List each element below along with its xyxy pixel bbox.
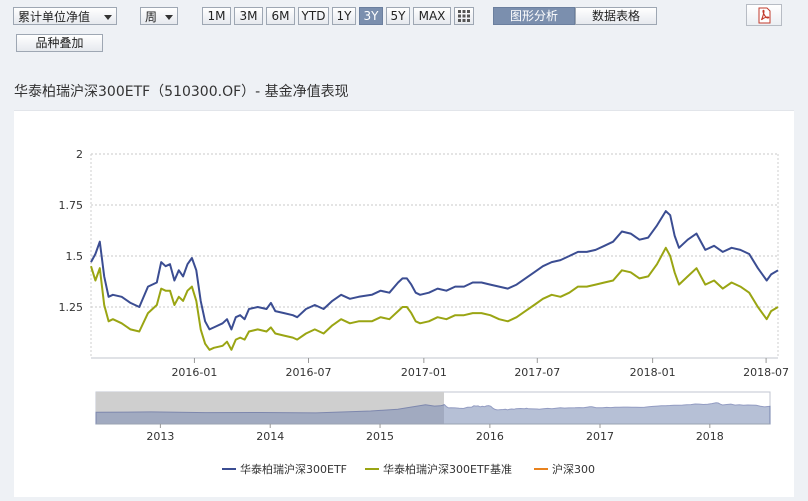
pdf-icon [758,7,771,24]
navigator-year-label: 2018 [696,430,724,443]
navigator-year-label: 2013 [146,430,174,443]
y-tick-label: 1.5 [66,250,84,263]
grid-lines [90,153,779,358]
grid-icon [458,10,470,22]
pdf-export-button[interactable] [746,4,782,26]
measure-select[interactable]: 累计单位净值 [13,7,117,25]
navigator[interactable]: 2013 2014 2015 2016 2017 2018 [95,391,771,443]
period-select[interactable]: 周 [140,7,178,25]
y-tick-label: 2 [76,148,83,161]
legend-item-0[interactable]: 华泰柏瑞沪深300ETF [222,462,347,476]
legend-label: 华泰柏瑞沪深300ETF基准 [383,462,512,476]
grid-icon-button[interactable] [454,7,474,25]
range-1m-button[interactable]: 1M [202,7,231,25]
period-select-value: 周 [145,10,158,24]
legend-item-2[interactable]: 沪深300 [534,462,595,476]
x-tick-label: 2017-07 [514,366,560,379]
navigator-year-label: 2016 [476,430,504,443]
range-3y-button[interactable]: 3Y [359,7,383,25]
range-ytd-button[interactable]: YTD [298,7,329,25]
chevron-down-icon [165,15,173,20]
y-axis: 2 1.75 1.5 1.25 [59,148,84,314]
tab-chart-analysis[interactable]: 图形分析 [493,7,575,25]
navigator-year-label: 2015 [366,430,394,443]
overlay-series-button[interactable]: 品种叠加 [16,34,103,52]
chart-title: 华泰柏瑞沪深300ETF（510300.OF）- 基金净值表现 [14,84,349,100]
legend-item-1[interactable]: 华泰柏瑞沪深300ETF基准 [365,462,512,476]
navigator-year-label: 2014 [256,430,284,443]
x-tick-label: 2018-07 [743,366,789,379]
x-axis: 2016-01 2016-07 2017-01 2017-07 2018-01 2018-… [91,357,789,379]
x-tick-label: 2016-01 [171,366,217,379]
chart-panel: 2 1.75 1.5 1.25 2016-01 2016-07 2017-01 2017-0… [14,110,794,497]
range-max-button[interactable]: MAX [413,7,451,25]
toolbar: 累计单位净值 周 1M 3M 6M YTD 1Y 3Y 5Y MAX 图形分析 … [0,0,808,56]
tab-data-table[interactable]: 数据表格 [575,7,657,25]
range-6m-button[interactable]: 6M [266,7,295,25]
x-tick-label: 2016-07 [286,366,332,379]
range-1y-button[interactable]: 1Y [332,7,356,25]
y-tick-label: 1.75 [59,199,84,212]
y-tick-label: 1.25 [59,301,84,314]
chevron-down-icon [104,15,112,20]
x-tick-label: 2017-01 [401,366,447,379]
legend: 华泰柏瑞沪深300ETF 华泰柏瑞沪深300ETF基准 沪深300 [222,462,595,476]
x-tick-label: 2018-01 [630,366,676,379]
range-3m-button[interactable]: 3M [234,7,263,25]
navigator-year-label: 2017 [586,430,614,443]
chart-canvas: 2 1.75 1.5 1.25 2016-01 2016-07 2017-01 2017-0… [59,148,790,476]
measure-select-value: 累计单位净值 [18,10,91,24]
legend-label: 沪深300 [552,462,595,476]
legend-label: 华泰柏瑞沪深300ETF [240,462,347,476]
series-lines [90,210,779,351]
range-5y-button[interactable]: 5Y [386,7,410,25]
